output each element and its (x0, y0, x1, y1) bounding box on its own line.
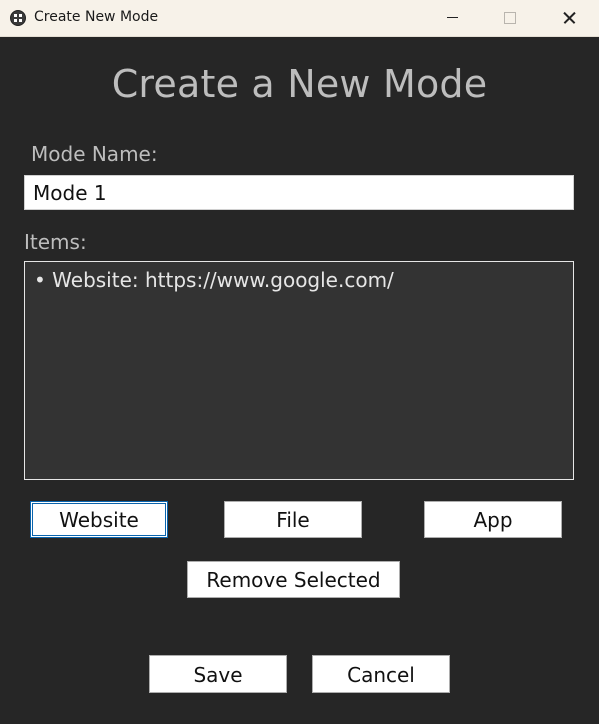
list-item[interactable]: • Website: https://www.google.com/ (34, 267, 564, 293)
maximize-button[interactable] (481, 0, 539, 36)
remove-selected-button[interactable]: Remove Selected (187, 561, 400, 598)
page-heading: Create a New Mode (111, 62, 488, 106)
app-icon (10, 10, 26, 26)
items-listbox[interactable]: • Website: https://www.google.com/ (24, 261, 574, 480)
cancel-button[interactable]: Cancel (312, 655, 450, 693)
add-file-button[interactable]: File (224, 501, 362, 538)
add-app-button[interactable]: App (424, 501, 562, 538)
mode-name-input[interactable] (24, 175, 574, 210)
mode-name-label: Mode Name: (31, 142, 158, 166)
close-button[interactable] (540, 0, 598, 36)
save-button[interactable]: Save (149, 655, 287, 693)
title-bar[interactable]: Create New Mode (0, 0, 599, 37)
add-website-button[interactable]: Website (30, 501, 168, 538)
items-label: Items: (24, 230, 87, 254)
window-title: Create New Mode (34, 9, 159, 25)
minimize-button[interactable] (423, 0, 481, 36)
